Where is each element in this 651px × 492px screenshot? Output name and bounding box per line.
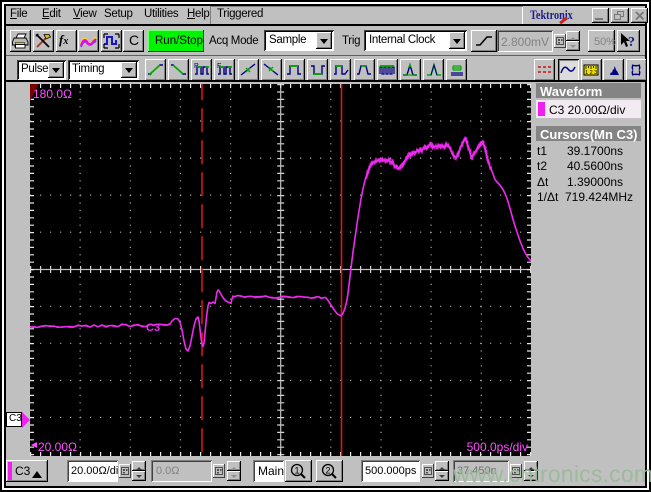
svg-text:1: 1: [295, 466, 300, 476]
svg-text:?: ?: [628, 35, 635, 50]
svg-text:500.0ps/div: 500.0ps/div: [467, 440, 528, 454]
svg-text:1 2 3: 1 2 3: [585, 70, 597, 76]
svg-text:2: 2: [326, 466, 331, 476]
svg-text:20.00Ω: 20.00Ω: [38, 440, 77, 454]
svg-text:C3: C3: [146, 322, 160, 334]
svg-text:180.0Ω: 180.0Ω: [33, 87, 72, 101]
